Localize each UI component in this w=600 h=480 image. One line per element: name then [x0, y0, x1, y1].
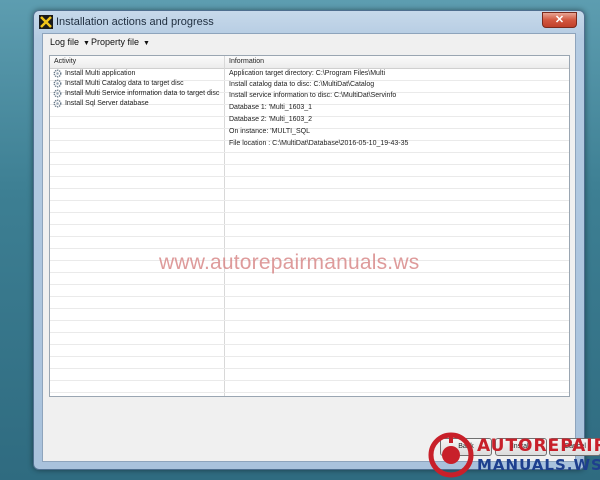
- row-gridline: [50, 332, 569, 333]
- row-gridline: [50, 356, 569, 357]
- activity-label: Install Multi Catalog data to target dis…: [64, 80, 184, 87]
- app-icon: [39, 15, 53, 29]
- activity-label: Install Multi application: [64, 70, 136, 77]
- row-gridline: [50, 320, 569, 321]
- menu-bar: Log file ▼ Property file ▼: [43, 34, 575, 51]
- row-gridline: [50, 296, 569, 297]
- row-gridline: [50, 236, 569, 237]
- gear-icon: [53, 79, 62, 88]
- row-gridline: [50, 368, 569, 369]
- chevron-down-icon: ▼: [83, 40, 90, 47]
- row-gridline: [50, 224, 569, 225]
- installation-window: Installation actions and progress ✕ Log …: [33, 10, 600, 470]
- watermark-text: www.autorepairmanuals.ws: [159, 251, 420, 274]
- table-row-activity[interactable]: Install Multi application: [53, 69, 225, 79]
- row-gridline: [50, 284, 569, 285]
- column-header-information[interactable]: Information: [229, 58, 264, 65]
- column-header-activity[interactable]: Activity: [54, 58, 76, 65]
- actions-table[interactable]: Activity Information Install Multi appli…: [49, 55, 570, 397]
- row-gridline: [50, 152, 569, 153]
- menu-property-file-label: Property file: [91, 37, 140, 47]
- info-cell: Database 2: 'Multi_1603_2: [229, 116, 313, 123]
- row-gridline: [50, 188, 569, 189]
- info-cell: File location : C:\MultiDat\Database\201…: [229, 140, 409, 147]
- table-row-activity[interactable]: Install Sql Server database: [53, 99, 225, 109]
- gear-icon: [53, 99, 62, 108]
- table-row-activity[interactable]: Install Multi Catalog data to target dis…: [53, 79, 225, 89]
- menu-log-file-label: Log file: [50, 37, 80, 47]
- menu-property-file[interactable]: Property file ▼: [91, 37, 150, 47]
- info-cell: Application target directory: C:\Program…: [229, 70, 385, 77]
- watermark-logo: AUTOREPAIR MANUALS.WS: [425, 430, 600, 480]
- menu-log-file[interactable]: Log file ▼: [50, 37, 90, 47]
- activity-label: Install Sql Server database: [64, 100, 149, 107]
- table-header: Activity Information: [50, 56, 569, 69]
- info-cell: Install catalog data to disc: C:\MultiDa…: [229, 81, 375, 88]
- close-button[interactable]: ✕: [542, 12, 577, 28]
- gear-icon: [53, 69, 62, 78]
- row-gridline: [50, 200, 569, 201]
- row-gridline: [50, 380, 569, 381]
- info-cell: Database 1: 'Multi_1603_1: [229, 104, 313, 111]
- row-gridline: [50, 248, 569, 249]
- window-client-area: Log file ▼ Property file ▼ Activity Inform…: [42, 33, 576, 462]
- activity-label: Install Multi Service information data t…: [64, 90, 220, 97]
- row-gridline: [50, 212, 569, 213]
- info-cell: Install service information to disc: C:\…: [229, 92, 397, 99]
- row-gridline: [50, 344, 569, 345]
- row-gridline: [50, 308, 569, 309]
- window-title: Installation actions and progress: [56, 16, 214, 28]
- logo-emblem-icon: [428, 432, 474, 478]
- gear-icon: [53, 89, 62, 98]
- logo-line1: AUTOREPAIR: [477, 436, 600, 456]
- logo-line2: MANUALS.WS: [477, 456, 600, 474]
- chevron-down-icon: ▼: [143, 40, 150, 47]
- title-bar[interactable]: Installation actions and progress ✕: [34, 11, 584, 33]
- table-row-activity[interactable]: Install Multi Service information data t…: [53, 89, 225, 99]
- row-gridline: [50, 176, 569, 177]
- row-gridline: [50, 164, 569, 165]
- info-cell: On instance: 'MULTI_SQL: [229, 128, 310, 135]
- row-gridline: [50, 392, 569, 393]
